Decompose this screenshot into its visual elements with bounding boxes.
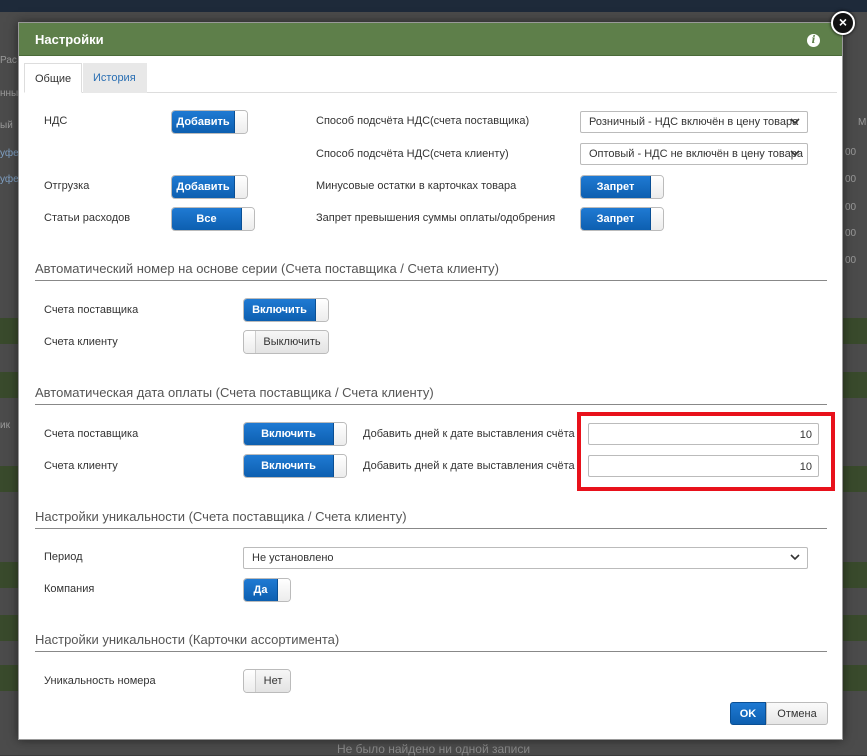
background-top-bar [0,0,867,12]
number-uniqueness-toggle[interactable]: Нет [243,669,291,693]
toggle-knob [278,579,290,601]
shipment-toggle[interactable]: Добавить [171,175,248,199]
toggle-knob [334,423,346,445]
vat-method-supplier-label: Способ подсчёта НДС(счета поставщика) [316,115,530,127]
background-text: Рас [0,55,17,66]
background-text: ый [0,120,13,131]
auto-date-client-label: Счета клиенту [44,460,118,472]
expenses-toggle-label: Все [172,208,242,230]
auto-number-section-title: Автоматический номер на основе серии (Сч… [35,261,827,281]
background-empty-message: Не было найдено ни одной записи [336,742,531,756]
auto-date-supplier-days-label: Добавить дней к дате выставления счёта [363,428,575,440]
negative-stock-toggle[interactable]: Запрет [580,175,664,199]
number-uniqueness-toggle-label: Нет [256,670,290,692]
chevron-down-icon [790,150,800,157]
uniqueness-assortment-section-title: Настройки уникальности (Карточки ассорти… [35,632,827,652]
overpay-ban-toggle[interactable]: Запрет [580,207,664,231]
background-text: 00 [845,147,857,158]
toggle-knob [235,176,247,198]
ok-button[interactable]: OK [730,702,766,725]
auto-number-client-toggle[interactable]: Выключить [243,330,329,354]
period-value: Не установлено [252,552,334,564]
vat-method-supplier-select[interactable]: Розничный - НДС включён в цену товара [580,111,808,133]
company-toggle-label: Да [244,579,278,601]
expenses-label: Статьи расходов [44,212,131,224]
auto-number-client-label: Счета клиенту [44,336,118,348]
vat-toggle-label: Добавить [172,111,235,133]
auto-number-supplier-toggle-label: Включить [244,299,316,321]
background-text: 00 [845,255,857,266]
vat-method-client-label: Способ подсчёта НДС(счета клиенту) [316,148,509,160]
period-label: Период [44,551,83,563]
auto-date-section-title: Автоматическая дата оплаты (Счета постав… [35,385,827,405]
auto-date-supplier-toggle-label: Включить [244,423,334,445]
background-text: 00 [845,202,857,213]
vat-method-client-value: Оптовый - НДС не включён в цену товара [589,148,803,160]
dialog-header: Настройки i [19,23,842,56]
tab-bar: Общие История [24,63,837,93]
dialog-title: Настройки [35,32,104,47]
background-text: M [858,117,867,128]
toggle-knob [242,208,254,230]
toggle-knob [316,299,328,321]
toggle-knob [651,208,663,230]
negative-stock-label: Минусовые остатки в карточках товара [316,180,517,192]
auto-number-client-toggle-label: Выключить [256,331,328,353]
toggle-knob [334,455,346,477]
background-text: 00 [845,228,857,239]
chevron-down-icon [790,118,800,125]
toggle-knob [244,331,256,353]
info-icon[interactable]: i [807,34,820,47]
overpay-ban-label: Запрет превышения суммы оплаты/одобрения [316,212,556,224]
vat-method-supplier-value: Розничный - НДС включён в цену товара [589,116,799,128]
company-toggle[interactable]: Да [243,578,291,602]
expenses-toggle[interactable]: Все [171,207,255,231]
auto-date-supplier-label: Счета поставщика [44,428,139,440]
vat-toggle[interactable]: Добавить [171,110,248,134]
company-label: Компания [44,583,95,595]
tab-history[interactable]: История [83,63,147,93]
vat-method-client-select[interactable]: Оптовый - НДС не включён в цену товара [580,143,808,165]
background-link: уфе [0,148,19,159]
background-text: нны [0,88,19,99]
negative-stock-toggle-label: Запрет [581,176,651,198]
auto-date-supplier-toggle[interactable]: Включить [243,422,347,446]
background-text: 00 [845,174,857,185]
auto-number-supplier-toggle[interactable]: Включить [243,298,329,322]
tab-general[interactable]: Общие [24,63,82,93]
shipment-toggle-label: Добавить [172,176,235,198]
highlight-box [577,412,835,491]
shipment-label: Отгрузка [44,180,90,192]
auto-date-client-days-label: Добавить дней к дате выставления счёта [363,460,575,472]
overpay-ban-toggle-label: Запрет [581,208,651,230]
auto-number-supplier-label: Счета поставщика [44,304,139,316]
uniqueness-invoices-section-title: Настройки уникальности (Счета поставщика… [35,509,827,529]
toggle-knob [651,176,663,198]
toggle-knob [235,111,247,133]
number-uniqueness-label: Уникальность номера [44,675,156,687]
period-select[interactable]: Не установлено [243,547,808,569]
chevron-down-icon [790,554,800,561]
auto-date-client-toggle[interactable]: Включить [243,454,347,478]
toggle-knob [244,670,256,692]
background-link: уфе [0,174,19,185]
cancel-button[interactable]: Отмена [766,702,828,725]
auto-date-client-toggle-label: Включить [244,455,334,477]
settings-dialog: Настройки i Общие История НДС Добавить С… [18,22,843,740]
background-text: ик [0,420,10,431]
close-icon[interactable]: × [831,11,855,35]
vat-label: НДС [44,115,68,127]
